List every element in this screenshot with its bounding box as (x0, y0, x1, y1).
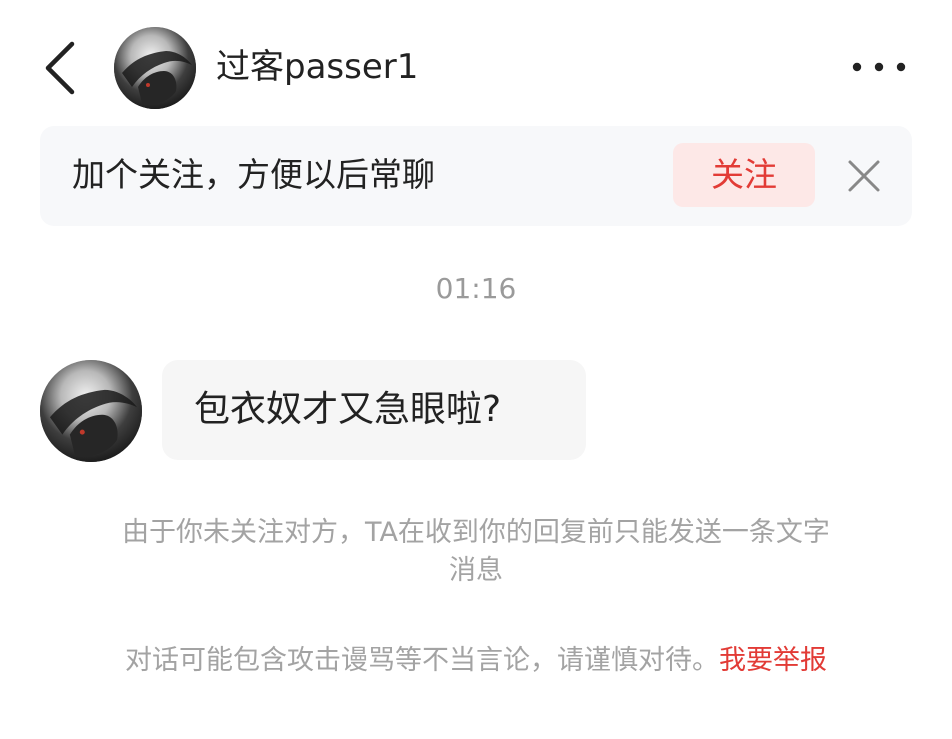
close-banner-button[interactable] (844, 156, 884, 196)
follow-prompt-text: 加个关注，方便以后常聊 (72, 155, 435, 194)
safety-notice-text: 对话可能包含攻击谩骂等不当言论，请谨慎对待。 (125, 645, 719, 676)
follow-limit-notice-line2: 消息 (449, 555, 503, 586)
report-link[interactable]: 我要举报 (719, 645, 827, 676)
chevron-left-icon (45, 41, 75, 95)
sender-avatar[interactable] (40, 360, 142, 462)
follow-limit-notice-line1: 由于你未关注对方，TA在收到你的回复前只能发送一条文字 (122, 517, 830, 548)
more-horizontal-icon (852, 62, 906, 72)
more-button[interactable] (848, 48, 910, 86)
safety-notice: 对话可能包含攻击谩骂等不当言论，请谨慎对待。我要举报 (60, 642, 892, 680)
avatar-image (40, 360, 142, 462)
message-bubble[interactable]: 包衣奴才又急眼啦? (162, 360, 586, 460)
avatar-image (114, 27, 196, 109)
follow-button[interactable]: 关注 (673, 143, 815, 207)
chat-title: 过客passer1 (216, 47, 419, 87)
message-text: 包衣奴才又急眼啦? (194, 389, 502, 430)
follow-limit-notice: 由于你未关注对方，TA在收到你的回复前只能发送一条文字 消息 (60, 514, 892, 590)
header-avatar[interactable] (114, 27, 196, 109)
close-icon (848, 160, 880, 192)
chat-header: 过客passer1 (0, 0, 952, 130)
back-button[interactable] (36, 38, 88, 98)
message-timestamp: 01:16 (435, 272, 517, 305)
follow-banner: 加个关注，方便以后常聊 关注 (40, 126, 912, 226)
